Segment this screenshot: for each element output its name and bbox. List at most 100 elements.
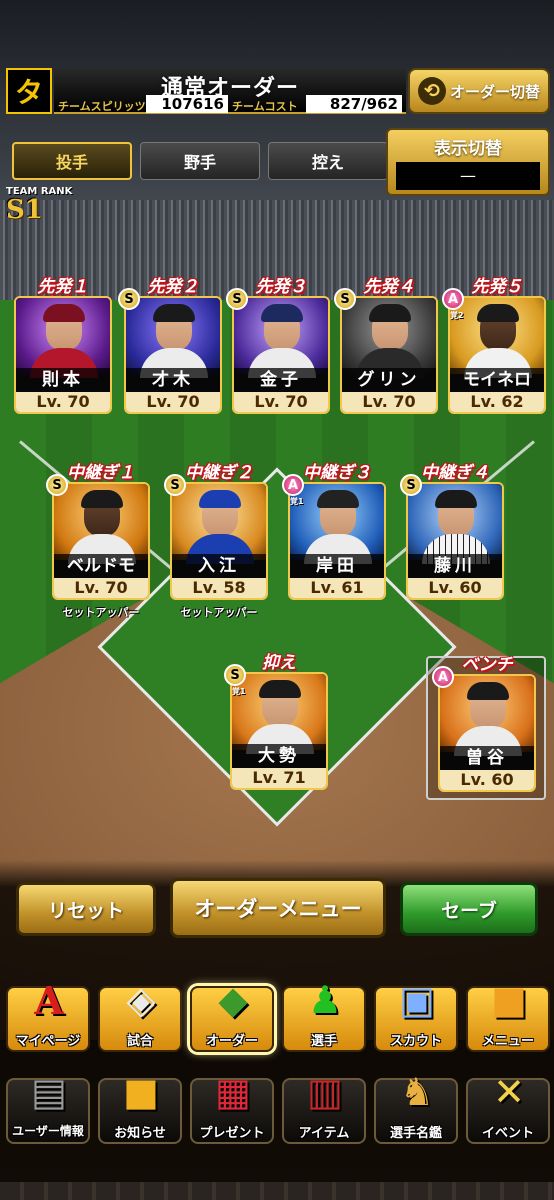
player-name: モイネロ [450, 368, 544, 392]
rank-a-badge-icon: A [432, 666, 454, 688]
player-cap [477, 304, 519, 322]
mypage-icon: A [34, 977, 64, 1023]
nav-label: 選手 [310, 1034, 337, 1049]
player-photo [408, 484, 502, 564]
player-photo [54, 484, 148, 564]
nav-present[interactable]: ▦ プレゼント [186, 1064, 276, 1148]
tab-pitcher[interactable]: 投手 [12, 142, 132, 180]
present-icon: ▦ [215, 1070, 251, 1114]
player-name: 則本 [16, 368, 110, 392]
order-menu-button[interactable]: オーダーメニュー [170, 878, 386, 938]
notice-icon: ■ [123, 1070, 159, 1114]
display-switch-label: 表示切替 [434, 139, 502, 159]
nav-player[interactable]: ♟ 選手 [278, 972, 368, 1056]
awakening-badge: 覚1 [290, 497, 304, 506]
rank-s-badge-icon: S [226, 288, 248, 310]
nav-menu[interactable]: ■ メニュー [462, 972, 552, 1056]
event-icon: ✕ [493, 1070, 525, 1114]
nav-label: ユーザー情報 [12, 1124, 84, 1138]
rank-s-badge-icon: S [46, 474, 68, 496]
title-bar: 通常オーダー チームスピリッツ 107616 チームコスト 827/962 [54, 68, 406, 114]
player-card[interactable]: ベルドモ Lv. 70 [52, 482, 150, 600]
player-level: Lv. 60 [440, 770, 534, 790]
header: タ 通常オーダー チームスピリッツ 107616 チームコスト 827/962 … [0, 66, 554, 118]
team-logo: タ [6, 68, 52, 114]
nav-user-info[interactable]: ▤ ユーザー情報 [2, 1064, 92, 1148]
player-level: Lv. 71 [232, 768, 326, 788]
nav-order[interactable]: ◆ オーダー [186, 972, 276, 1056]
sub-nav: ▤ ユーザー情報 ■ お知らせ ▦ プレゼント ▥ アイテム ♞ 選手名鑑 ✕ … [0, 1064, 554, 1148]
position-tabs: 投手 野手 控え [12, 142, 388, 180]
rank-s-badge-icon: S [224, 664, 246, 686]
player-level: Lv. 58 [172, 578, 266, 598]
directory-icon: ♞ [399, 1070, 435, 1114]
tab-fielder[interactable]: 野手 [140, 142, 260, 180]
player-cap [261, 304, 303, 322]
nav-label: オーダー [205, 1034, 258, 1049]
player-level: Lv. 61 [290, 578, 384, 598]
player-card[interactable]: 才木 Lv. 70 [124, 296, 222, 414]
player-photo [16, 298, 110, 378]
player-card[interactable]: グリン Lv. 70 [340, 296, 438, 414]
order-icon: ◆ [218, 978, 248, 1022]
player-level: Lv. 70 [234, 392, 328, 412]
player-cap [369, 304, 411, 322]
player-cap [43, 304, 85, 322]
nav-label: イベント [481, 1126, 534, 1141]
tab-reserve[interactable]: 控え [268, 142, 388, 180]
player-photo [290, 484, 384, 564]
rank-s-badge-icon: S [118, 288, 140, 310]
save-button[interactable]: セーブ [400, 882, 538, 936]
nav-scout[interactable]: ▣ スカウト [370, 972, 460, 1056]
reset-button[interactable]: リセット [16, 882, 156, 936]
team-logo-glyph: タ [14, 76, 43, 109]
nav-event[interactable]: ✕ イベント [462, 1064, 552, 1148]
bottom-strip [0, 1182, 554, 1200]
player-name: 曽谷 [440, 746, 534, 770]
game-icon: ◈ [126, 978, 156, 1022]
player-level: Lv. 70 [126, 392, 220, 412]
player-photo [440, 676, 534, 756]
nav-label: お知らせ [114, 1126, 166, 1141]
cost-value: 827/962 [306, 95, 402, 113]
display-switch-button[interactable]: 表示切替 — [386, 128, 550, 196]
nav-item[interactable]: ▥ アイテム [278, 1064, 368, 1148]
nav-game[interactable]: ◈ 試合 [94, 972, 184, 1056]
nav-directory[interactable]: ♞ 選手名鑑 [370, 1064, 460, 1148]
player-name: 藤川 [408, 554, 502, 578]
player-name: 金子 [234, 368, 328, 392]
player-cap [259, 680, 301, 698]
nav-label: アイテム [298, 1126, 350, 1141]
player-card[interactable]: 曽谷 Lv. 60 [438, 674, 536, 792]
player-cap [467, 682, 509, 700]
player-card[interactable]: 藤川 Lv. 60 [406, 482, 504, 600]
awakening-badge: 覚1 [232, 687, 246, 696]
player-photo [342, 298, 436, 378]
display-switch-value: — [396, 162, 540, 190]
player-level: Lv. 70 [16, 392, 110, 412]
player-name: 岸田 [290, 554, 384, 578]
order-switch-label: オーダー切替 [449, 82, 540, 101]
player-cap [199, 490, 241, 508]
player-photo [126, 298, 220, 378]
player-card[interactable]: 入江 Lv. 58 [170, 482, 268, 600]
player-card[interactable]: 金子 Lv. 70 [232, 296, 330, 414]
player-card[interactable]: 則本 Lv. 70 [14, 296, 112, 414]
player-name: 入江 [172, 554, 266, 578]
rank-s-badge-icon: S [164, 474, 186, 496]
team-rank: TEAM RANK S1 [6, 186, 72, 225]
player-cap [81, 490, 123, 508]
player-level: Lv. 70 [54, 578, 148, 598]
nav-label: マイページ [15, 1034, 81, 1049]
nav-label: 選手名鑑 [389, 1126, 442, 1141]
nav-label: 試合 [126, 1034, 153, 1049]
player-name: ベルドモ [54, 554, 148, 578]
player-photo [234, 298, 328, 378]
rank-s-badge-icon: S [334, 288, 356, 310]
player-level: Lv. 60 [408, 578, 502, 598]
nav-notice[interactable]: ■ お知らせ [94, 1064, 184, 1148]
user-info-icon: ▤ [31, 1070, 67, 1114]
nav-mypage[interactable]: A マイページ [2, 972, 92, 1056]
spirits-value: 107616 [146, 95, 228, 113]
order-switch-button[interactable]: ⟲ オーダー切替 [408, 68, 550, 114]
